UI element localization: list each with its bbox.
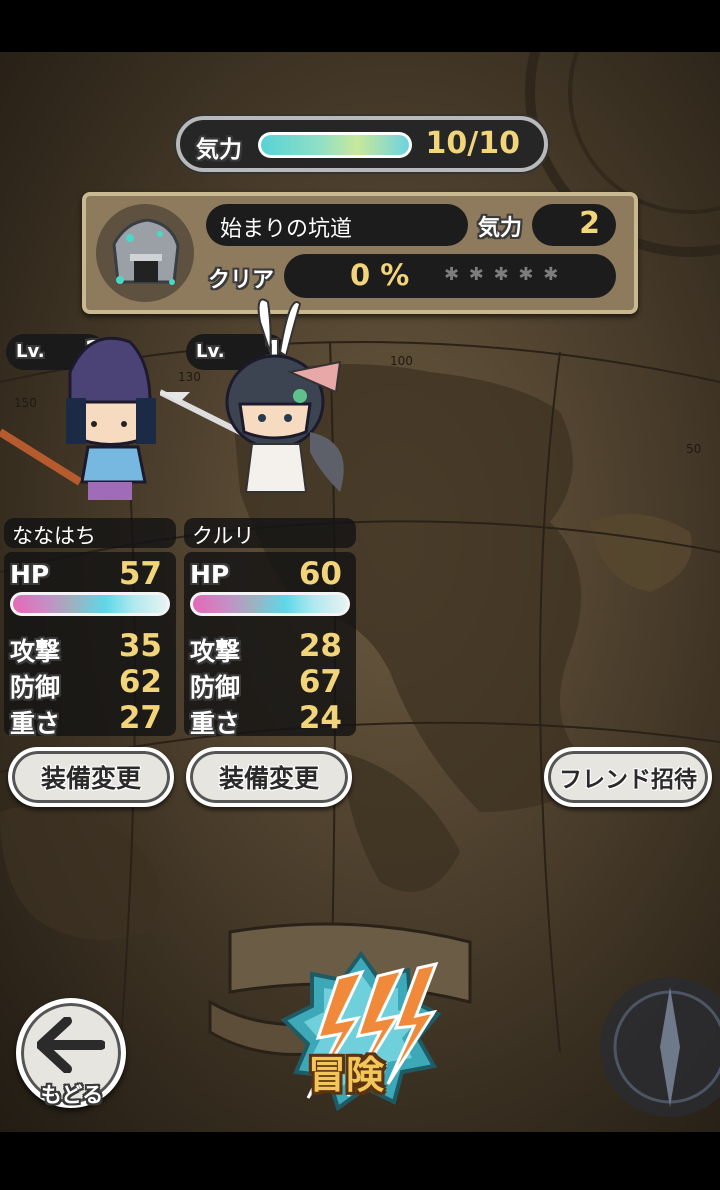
weight-label: 重さ [10, 709, 61, 738]
hp-label: HP [190, 560, 230, 589]
weight-value: 24 [298, 700, 342, 736]
party-member-kururi[interactable]: Lv. 1 クルリ HP 60 攻撃 28 防御 67 重さ 24 [160, 298, 360, 810]
weight-row: 重さ 24 [184, 700, 356, 738]
energy-gauge-fill [261, 135, 409, 155]
defense-label: 防御 [10, 673, 61, 702]
dungeon-icon [96, 204, 194, 302]
stats-panel: HP 57 攻撃 35 防御 62 重さ 27 [4, 552, 176, 738]
defense-value: 67 [298, 664, 342, 700]
clear-label: クリア [208, 268, 275, 293]
quest-name: 始まりの坑道 [220, 217, 353, 242]
defense-label: 防御 [190, 673, 241, 702]
defense-row: 防御 62 [4, 664, 176, 702]
defense-row: 防御 67 [184, 664, 356, 702]
defense-value: 62 [118, 664, 162, 700]
character-name: ななはち [12, 524, 96, 548]
weight-row: 重さ 27 [4, 700, 176, 738]
energy-value: 10/10 [425, 126, 520, 161]
energy-bar: 気力 10/10 [176, 116, 548, 172]
attack-row: 攻撃 35 [4, 628, 176, 666]
hp-value: 60 [298, 556, 342, 592]
hp-bar [10, 592, 170, 616]
clear-value: 0 % [350, 258, 410, 292]
attack-row: 攻撃 28 [184, 628, 356, 666]
hp-bar-fill [13, 595, 167, 613]
arrow-left-icon [37, 1017, 105, 1073]
hp-row: HP 60 [184, 556, 356, 594]
character-name: クルリ [192, 524, 255, 548]
attack-label: 攻撃 [190, 637, 241, 666]
character-kururi-sprite [160, 298, 344, 493]
attack-label: 攻撃 [10, 637, 61, 666]
hp-bar-fill [193, 595, 347, 613]
character-nanahachi-sprite [0, 336, 156, 500]
weight-value: 27 [118, 700, 162, 736]
map-tick: 100 [390, 354, 413, 368]
weight-label: 重さ [190, 709, 241, 738]
hp-label: HP [10, 560, 50, 589]
back-label: もどる [40, 1083, 104, 1107]
energy-label: 気力 [196, 137, 242, 163]
attack-value: 35 [118, 628, 162, 664]
quest-cost-value: 2 [579, 206, 600, 241]
hp-row: HP 57 [4, 556, 176, 594]
adventure-label: 冒険 [308, 1053, 385, 1097]
quest-cost-label: 気力 [478, 216, 523, 241]
attack-value: 28 [298, 628, 342, 664]
equip-change-button[interactable]: 装備変更 [186, 747, 352, 807]
party-member-nanahachi[interactable]: Lv. 1 ななはち HP 57 攻撃 35 防御 62 重さ 27 [0, 332, 180, 810]
stats-panel: HP 60 攻撃 28 防御 67 重さ 24 [184, 552, 356, 738]
hp-value: 57 [118, 556, 162, 592]
quest-name-box: 始まりの坑道 [206, 204, 468, 246]
character-name-box: クルリ [184, 518, 356, 548]
energy-gauge [258, 132, 412, 158]
adventure-button[interactable]: 冒険 [278, 948, 444, 1116]
map-tick: 50 [686, 442, 702, 456]
equip-change-button[interactable]: 装備変更 [8, 747, 174, 807]
quest-cost-box: 2 [532, 204, 616, 246]
hp-bar [190, 592, 350, 616]
clear-stars: ✱ ✱ ✱ ✱ ✱ [444, 264, 561, 285]
back-button[interactable]: もどる [16, 998, 126, 1108]
friend-invite-button[interactable]: フレンド招待 [544, 747, 712, 807]
character-name-box: ななはち [4, 518, 176, 548]
